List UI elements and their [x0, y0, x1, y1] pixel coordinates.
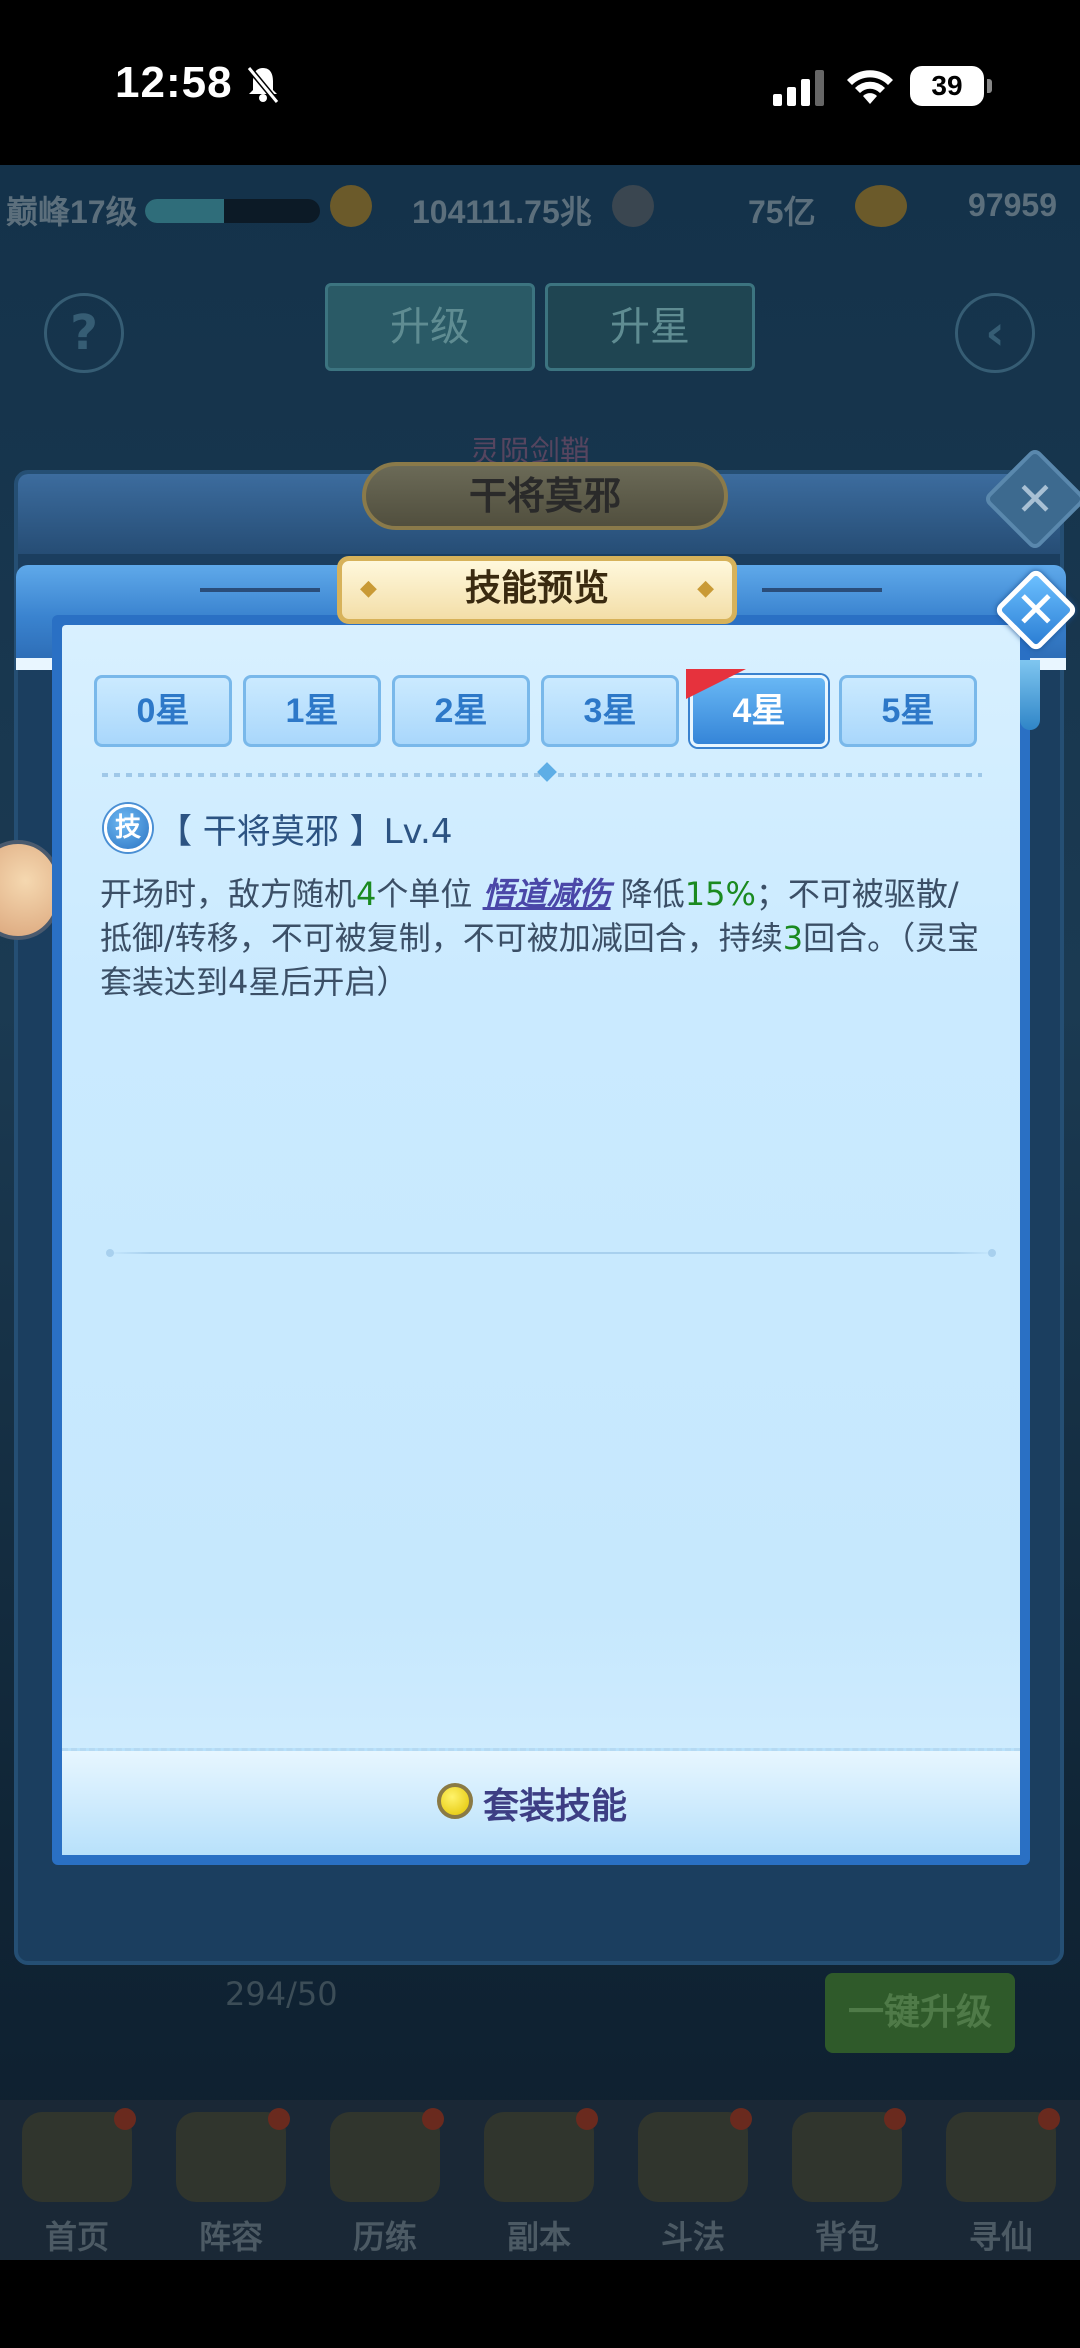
dialog-footer: 套装技能 [62, 1748, 1020, 1855]
nav-item: 寻仙 [924, 2100, 1078, 2260]
currency-3: 97959 [968, 187, 1057, 223]
dialog-body: 0星 1星 2星 3星 4星 5星 技 【 干将莫邪 】Lv.4 开场时，敌方随机4个单位… [62, 625, 1020, 1855]
desc-segment: 3 [782, 919, 804, 957]
divider-gem [537, 762, 557, 782]
level-label: 巅峰17级 [6, 194, 138, 230]
help-icon: ? [44, 293, 124, 373]
dialog-close-button[interactable]: ✕ [993, 567, 1079, 653]
nav-item-label: 副本 [506, 2218, 571, 2256]
nav-item-label: 历练 [352, 2218, 417, 2256]
bottom-nav: 首页 阵容 历练 副本 斗法 背包 寻仙 [0, 2100, 1080, 2260]
nav-item: 背包 [770, 2100, 924, 2260]
nav-item-label: 寻仙 [968, 2218, 1033, 2256]
skill-preview-dialog: 0星 1星 2星 3星 4星 5星 技 【 干将莫邪 】Lv.4 开场时，敌方随机4个单位… [16, 556, 1079, 1865]
skill-badge-icon: 技 [104, 804, 152, 852]
screen: 12:58 39 巅峰17级 104111.75兆 75亿 97959 ? 升级… [0, 0, 1080, 2348]
tab-star-up: 升星 [545, 283, 755, 371]
token-icon [612, 185, 654, 227]
gold-ingot-icon [855, 185, 907, 227]
yellow-dot-icon [437, 1783, 473, 1819]
coin-icon [330, 185, 372, 227]
tab-star-2[interactable]: 2星 [392, 675, 530, 747]
signal-icon [773, 70, 824, 106]
tab-star-1[interactable]: 1星 [243, 675, 381, 747]
notification-dot [422, 2108, 444, 2130]
nav-item-label: 斗法 [660, 2218, 725, 2256]
title-ornament-left [200, 588, 320, 592]
desc-segment: 开场时，敌方随机 [100, 875, 357, 913]
status-bar: 12:58 39 [0, 0, 1080, 165]
desc-segment: 个单位 [376, 875, 483, 913]
close-icon: ✕ [1015, 472, 1055, 526]
back-arrow-icon: ‹ [955, 293, 1035, 373]
nav-item: 首页 [0, 2100, 154, 2260]
tab-star-0[interactable]: 0星 [94, 675, 232, 747]
tab-star-5[interactable]: 5星 [839, 675, 977, 747]
one-key-upgrade-button: 一键升级 [825, 1973, 1015, 2053]
tassel-ornament [1020, 660, 1040, 730]
desc-segment: 4 [356, 875, 377, 913]
suit-skill-label: 套装技能 [483, 1786, 628, 1827]
nav-item: 斗法 [616, 2100, 770, 2260]
notification-dot [576, 2108, 598, 2130]
back-dialog-title: 干将莫邪 [362, 462, 728, 530]
skill-header: 技 【 干将莫邪 】Lv.4 [100, 800, 980, 856]
bg-progress-text: 294/50 [225, 1975, 338, 2013]
nav-item: 副本 [462, 2100, 616, 2260]
desc-segment: 15% [684, 875, 756, 913]
tab-star-3[interactable]: 3星 [541, 675, 679, 747]
buff-link[interactable]: 悟道减伤 [483, 875, 611, 913]
nav-item: 历练 [308, 2100, 462, 2260]
notification-dot [1038, 2108, 1060, 2130]
nav-item: 阵容 [154, 2100, 308, 2260]
status-time: 12:58 [115, 58, 233, 107]
level-progress-fill [145, 199, 224, 223]
notification-dot [884, 2108, 906, 2130]
resource-bar: 巅峰17级 104111.75兆 75亿 97959 [0, 177, 1080, 237]
skill-name: 【 干将莫邪 】Lv.4 [158, 812, 453, 852]
selected-flag-icon [686, 669, 746, 699]
skill-description: 开场时，敌方随机4个单位 悟道减伤 降低15%；不可被驱散/抵御/转移，不可被复… [100, 872, 980, 1004]
dialog-title: 技能预览 [337, 556, 737, 624]
close-icon: ✕ [1015, 581, 1057, 639]
content-divider [106, 1249, 996, 1257]
star-tabs: 0星 1星 2星 3星 4星 5星 [94, 669, 994, 755]
skill-block: 技 【 干将莫邪 】Lv.4 开场时，敌方随机4个单位 悟道减伤 降低15%；不… [100, 800, 980, 1004]
notification-dot [730, 2108, 752, 2130]
currency-2: 75亿 [748, 194, 816, 230]
nav-item-label: 背包 [814, 2218, 879, 2256]
bell-muted-icon [246, 66, 280, 104]
notification-dot [114, 2108, 136, 2130]
nav-item-label: 首页 [44, 2218, 109, 2256]
title-ornament-right [762, 588, 882, 592]
currency-1: 104111.75兆 [412, 194, 592, 230]
battery-indicator: 39 [910, 66, 992, 106]
wifi-icon [847, 70, 893, 104]
nav-item-label: 阵容 [198, 2218, 263, 2256]
desc-segment: 降低 [610, 875, 685, 913]
notification-dot [268, 2108, 290, 2130]
tab-upgrade: 升级 [325, 283, 535, 371]
level-progress-bar [145, 199, 320, 223]
dialog-frame: 0星 1星 2星 3星 4星 5星 技 【 干将莫邪 】Lv.4 开场时，敌方随机4个单位… [52, 615, 1030, 1865]
